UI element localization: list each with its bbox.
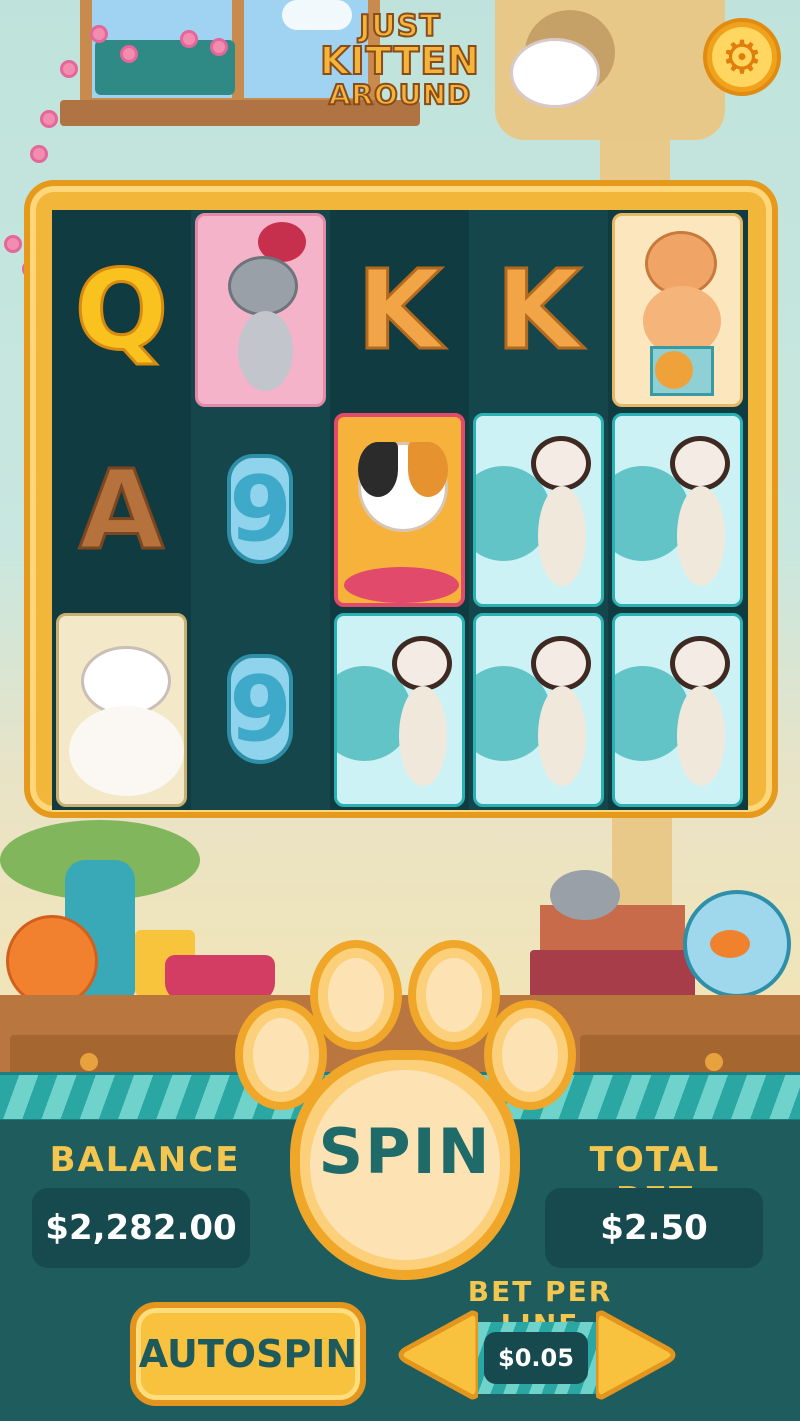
rose-flower xyxy=(60,60,78,78)
spin-label: SPIN xyxy=(318,1115,492,1188)
settings-button[interactable]: ⚙ xyxy=(703,18,781,96)
siamese-cat-body xyxy=(677,486,725,586)
reel-2: 9 9 xyxy=(191,210,330,810)
reel-1: Q A xyxy=(52,210,191,810)
siamese-cat-body xyxy=(538,486,586,586)
arrow-right-icon xyxy=(593,1310,676,1400)
rose-flower xyxy=(180,30,198,48)
ragdoll-cat-card xyxy=(56,613,187,807)
siamese-cat-card xyxy=(612,413,743,607)
siamese-cat-icon xyxy=(670,436,730,491)
food-bowl-icon xyxy=(344,567,459,603)
rose-flower xyxy=(40,110,58,128)
siamese-cat-icon xyxy=(531,436,591,491)
calico-black-patch xyxy=(358,442,398,497)
symbol-q: Q xyxy=(73,246,170,374)
balance-label: BALANCE xyxy=(49,1140,241,1180)
slot-game-screen: JUST KITTEN AROUND ⚙ Q A 9 9 K K BALANCE… xyxy=(0,0,800,1421)
balance-value: $2,282.00 xyxy=(32,1188,250,1268)
goldfish-icon xyxy=(710,930,750,958)
symbol-ragdoll-cat xyxy=(52,610,191,810)
rose-flower xyxy=(30,145,48,163)
book-stack xyxy=(530,950,695,1000)
symbol-k: K xyxy=(494,246,582,374)
persian-cat-card xyxy=(612,213,743,407)
bet-increase-button[interactable] xyxy=(593,1305,682,1405)
symbol-a: A xyxy=(77,446,165,574)
paw-toe xyxy=(408,940,500,1050)
siamese-cat-card xyxy=(612,613,743,807)
logo-line-3: AROUND xyxy=(328,77,472,112)
siamese-cat-icon xyxy=(670,636,730,691)
siamese-cat-card xyxy=(473,613,604,807)
siamese-cat-icon xyxy=(531,636,591,691)
ragdoll-cat-body xyxy=(69,706,184,796)
drawer-knob xyxy=(80,1053,98,1071)
siamese-cat-card xyxy=(473,413,604,607)
symbol-9-bottom: 9 xyxy=(191,610,330,810)
drawer-knob xyxy=(705,1053,723,1071)
siamese-cat-body xyxy=(677,686,725,786)
drawer xyxy=(10,1035,250,1075)
drawer xyxy=(580,1035,800,1075)
rose-flower xyxy=(210,38,228,56)
calico-cat-card xyxy=(334,413,465,607)
rose-flower xyxy=(120,45,138,63)
grey-cat-yarn-card xyxy=(195,213,326,407)
calico-orange-patch xyxy=(408,442,448,497)
orange-yarn-ball-icon xyxy=(6,915,98,1007)
reel-5 xyxy=(608,210,747,810)
symbol-siamese-cat xyxy=(608,410,747,610)
rose-flower xyxy=(90,25,108,43)
bet-per-line-value: $0.05 xyxy=(484,1332,588,1384)
symbol-grey-cat-yarn xyxy=(191,210,330,410)
symbol-calico-cat xyxy=(330,410,469,610)
grey-cat-icon xyxy=(228,256,298,316)
reels-grid: Q A 9 9 K K xyxy=(52,210,748,810)
symbol-persian-cat xyxy=(608,210,747,410)
autospin-button[interactable]: AUTOSPIN xyxy=(130,1302,366,1406)
symbol-siamese-cat xyxy=(608,610,747,810)
siamese-cat-body xyxy=(399,686,447,786)
orange-yarn-icon xyxy=(655,351,693,389)
bet-decrease-button[interactable] xyxy=(392,1305,481,1405)
reel-4: K xyxy=(469,210,608,810)
siamese-cat-card xyxy=(334,613,465,807)
siamese-cat-icon xyxy=(392,636,452,691)
gear-icon: ⚙ xyxy=(721,30,763,84)
logo-line-2: KITTEN xyxy=(319,39,481,83)
total-bet-value: $2.50 xyxy=(545,1188,763,1268)
symbol-siamese-cat xyxy=(330,610,469,810)
symbol-siamese-cat xyxy=(469,610,608,810)
symbol-9-top: 9 xyxy=(191,410,330,610)
arrow-left-icon xyxy=(398,1310,481,1400)
grey-kitten-in-box-icon xyxy=(550,870,620,920)
grey-cat-body xyxy=(238,311,293,391)
white-kitten-icon xyxy=(510,38,600,108)
symbol-k: K xyxy=(355,246,443,374)
game-logo: JUST KITTEN AROUND xyxy=(305,9,495,113)
siamese-cat-body xyxy=(538,686,586,786)
paw-toe xyxy=(310,940,402,1050)
rose-flower xyxy=(4,235,22,253)
reel-3: K xyxy=(330,210,469,810)
symbol-siamese-cat xyxy=(469,410,608,610)
